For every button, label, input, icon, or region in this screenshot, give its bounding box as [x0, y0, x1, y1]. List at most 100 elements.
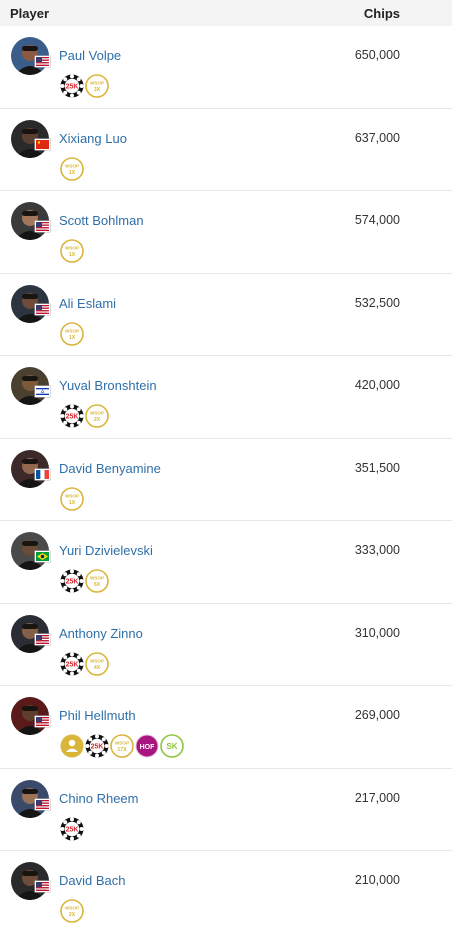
chip-count: 420,000	[354, 378, 400, 392]
player-row: Xixiang Luo 637,000 WSOP 1X	[0, 109, 452, 191]
svg-text:WSOP: WSOP	[65, 328, 79, 333]
svg-text:SK: SK	[166, 742, 177, 751]
svg-text:17X: 17X	[117, 747, 127, 753]
svg-text:25K: 25K	[66, 579, 79, 586]
player-name-link[interactable]: Paul Volpe	[59, 48, 121, 63]
player-badges: WSOP 2X	[60, 899, 84, 923]
player-name-link[interactable]: Yuri Dzivielevski	[59, 543, 153, 558]
high-roller-25k-badge-icon: 25K	[60, 651, 84, 676]
player-badges: 25K WSOP 2X	[60, 404, 109, 428]
flag-fr-icon	[35, 468, 50, 480]
svg-text:5X: 5X	[94, 582, 101, 588]
player-name-link[interactable]: David Bach	[59, 873, 125, 888]
player-name-link[interactable]: Xixiang Luo	[59, 131, 127, 146]
svg-text:1X: 1X	[69, 500, 76, 506]
svg-text:25K: 25K	[66, 661, 79, 668]
flag-us-icon	[35, 303, 50, 315]
svg-text:WSOP: WSOP	[65, 246, 79, 251]
svg-text:1X: 1X	[69, 170, 76, 176]
flag-us-icon	[35, 881, 50, 892]
player-badges: 25K WSOP 17X HOF SK	[60, 734, 184, 758]
hall-of-fame-badge-icon: HOF	[135, 734, 159, 758]
player-name-link[interactable]: Ali Eslami	[59, 296, 116, 311]
svg-text:WSOP: WSOP	[90, 658, 104, 663]
player-row: Paul Volpe 650,000 25K WSOP 3X	[0, 26, 452, 109]
player-row: David Benyamine 351,500 WSOP 1X	[0, 439, 452, 521]
player-name-link[interactable]: Phil Hellmuth	[59, 708, 136, 723]
chip-count: 210,000	[354, 873, 400, 887]
player-row: Yuval Bronshtein 420,000 25K WSOP 2X	[0, 356, 452, 439]
svg-text:3X: 3X	[94, 87, 101, 93]
flag-us-icon	[35, 221, 50, 232]
sk-badge-icon: SK	[160, 734, 184, 758]
svg-text:WSOP: WSOP	[90, 81, 104, 86]
svg-text:2X: 2X	[94, 417, 101, 423]
player-badges: 25K	[60, 816, 84, 841]
flag-cn-icon	[35, 138, 50, 150]
svg-text:25K: 25K	[66, 414, 79, 421]
player-name-link[interactable]: Yuval Bronshtein	[59, 378, 157, 393]
svg-text:WSOP: WSOP	[115, 741, 129, 746]
player-name-link[interactable]: David Benyamine	[59, 461, 161, 476]
chips-column-header[interactable]: Chips	[364, 6, 400, 21]
chip-count: 637,000	[354, 130, 400, 145]
chip-count: 333,000	[354, 543, 400, 557]
wsop-bracelet-badge-icon: WSOP 4X	[85, 651, 109, 676]
player-row: Yuri Dzivielevski 333,000 25K WSOP 5X	[0, 521, 452, 604]
high-roller-25k-badge-icon: 25K	[60, 404, 84, 428]
svg-text:25K: 25K	[66, 84, 79, 91]
flag-us-icon	[35, 56, 50, 67]
wsop-bracelet-badge-icon: WSOP 1X	[60, 486, 84, 511]
player-badges: WSOP 1X	[60, 239, 84, 263]
player-column-header[interactable]: Player	[10, 6, 49, 21]
wsop-bracelet-badge-icon: WSOP 3X	[85, 74, 109, 98]
high-roller-25k-badge-icon: 25K	[85, 734, 109, 758]
svg-text:WSOP: WSOP	[90, 411, 104, 416]
flag-il-icon	[35, 386, 50, 397]
player-badges: WSOP 1X	[60, 156, 84, 181]
svg-text:WSOP: WSOP	[90, 576, 104, 581]
player-row: Chino Rheem 217,000 25K	[0, 769, 452, 851]
player-name-link[interactable]: Anthony Zinno	[59, 626, 143, 641]
svg-text:1X: 1X	[69, 252, 76, 258]
high-roller-25k-badge-icon: 25K	[60, 569, 84, 593]
wsop-bracelet-badge-icon: WSOP 2X	[60, 899, 84, 923]
wsop-bracelet-badge-icon: WSOP 17X	[110, 734, 134, 758]
flag-us-icon	[35, 633, 50, 645]
player-badges: 25K WSOP 5X	[60, 569, 109, 593]
wsop-bracelet-badge-icon: WSOP 2X	[85, 404, 109, 428]
svg-text:1X: 1X	[69, 335, 76, 341]
high-roller-25k-badge-icon: 25K	[60, 816, 84, 841]
svg-text:WSOP: WSOP	[65, 493, 79, 498]
wsop-bracelet-badge-icon: WSOP 5X	[85, 569, 109, 593]
player-badges: WSOP 1X	[60, 321, 84, 346]
player-row: Anthony Zinno 310,000 25K WSOP 4X	[0, 604, 452, 686]
svg-text:4X: 4X	[94, 665, 101, 671]
chip-count: 351,500	[354, 460, 400, 475]
high-roller-25k-badge-icon: 25K	[60, 74, 84, 98]
chip-count: 217,000	[354, 790, 400, 805]
player-badges: 25K WSOP 4X	[60, 651, 109, 676]
chip-count: 574,000	[354, 213, 400, 227]
chip-count: 650,000	[354, 48, 400, 62]
svg-text:25K: 25K	[91, 744, 104, 751]
flag-us-icon	[35, 798, 50, 810]
player-of-year-badge-icon	[60, 734, 84, 758]
player-row: David Bach 210,000 WSOP 2X	[0, 851, 452, 931]
svg-text:2X: 2X	[69, 912, 76, 918]
player-row: Ali Eslami 532,500 WSOP 1X	[0, 274, 452, 356]
svg-text:HOF: HOF	[140, 744, 156, 751]
svg-text:WSOP: WSOP	[65, 163, 79, 168]
chip-count: 310,000	[354, 625, 400, 640]
flag-br-icon	[35, 551, 50, 562]
player-badges: 25K WSOP 3X	[60, 74, 109, 98]
chip-count: 532,500	[354, 295, 400, 310]
player-name-link[interactable]: Chino Rheem	[59, 791, 139, 806]
wsop-bracelet-badge-icon: WSOP 1X	[60, 239, 84, 263]
player-name-link[interactable]: Scott Bohlman	[59, 213, 144, 228]
svg-text:25K: 25K	[66, 826, 79, 833]
wsop-bracelet-badge-icon: WSOP 1X	[60, 321, 84, 346]
leaderboard-list: Paul Volpe 650,000 25K WSOP 3X Xixiang Luo 637…	[0, 26, 452, 931]
player-badges: WSOP 1X	[60, 486, 84, 511]
player-row: Scott Bohlman 574,000 WSOP 1X	[0, 191, 452, 274]
